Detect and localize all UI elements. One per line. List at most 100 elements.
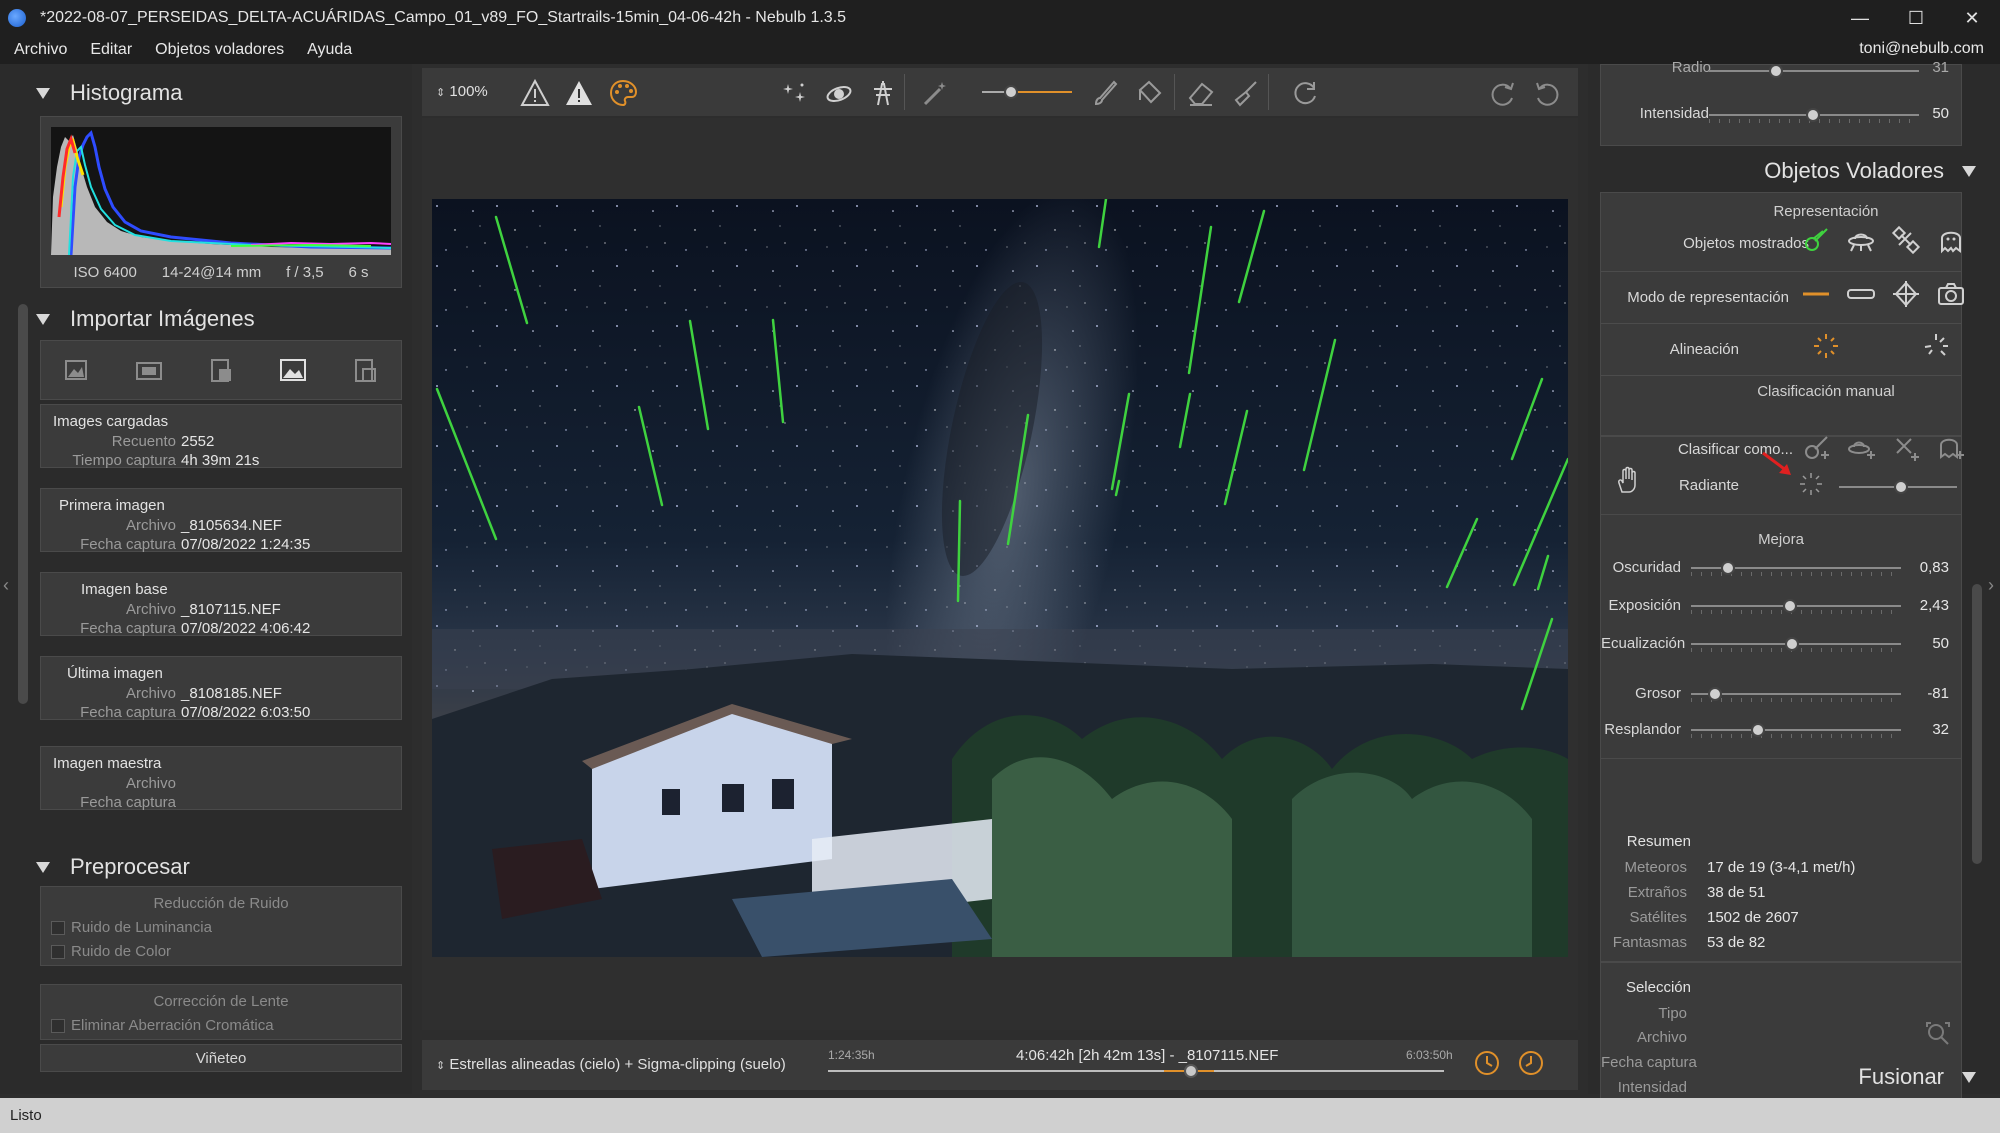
ghost-icon[interactable] [1934, 223, 1968, 257]
radius-slider[interactable] [1709, 64, 1919, 78]
ghosts-label: Fantasmas [1612, 934, 1687, 951]
zoom-control[interactable]: ⇕ 100% [436, 83, 488, 100]
count-value: 2552 [181, 433, 215, 450]
master-image-icon[interactable] [277, 354, 309, 386]
classify-meteor-icon[interactable] [1799, 431, 1833, 465]
classify-ghost-icon[interactable] [1934, 431, 1968, 465]
collapse-triangle-icon[interactable] [1962, 1071, 1976, 1083]
eraser-icon[interactable] [1184, 76, 1218, 110]
classify-ufo-icon[interactable] [1844, 431, 1878, 465]
main-toolbar: ⇕ 100% [422, 68, 1578, 116]
warning-filled-icon[interactable] [562, 76, 596, 110]
clock-forward-icon[interactable] [1470, 1046, 1504, 1080]
line-mode-icon[interactable] [1799, 277, 1833, 311]
tool-size-slider[interactable] [982, 85, 1072, 99]
classify-satellite-icon[interactable] [1889, 431, 1923, 465]
import-folder-icon[interactable] [133, 354, 165, 386]
menu-ayuda[interactable]: Ayuda [293, 41, 361, 59]
equalization-slider[interactable] [1691, 637, 1901, 652]
equalization-label: Ecualización [1601, 635, 1686, 652]
left-scrollbar[interactable] [18, 304, 28, 704]
minimize-button[interactable]: — [1832, 0, 1888, 36]
menu-editar[interactable]: Editar [76, 41, 141, 59]
radiant-icon[interactable] [1794, 467, 1828, 501]
sky-align-icon[interactable] [822, 76, 856, 110]
palette-icon[interactable] [606, 76, 640, 110]
meteor-icon[interactable] [1799, 223, 1833, 257]
app-logo-icon [8, 9, 26, 27]
menu-objetos-voladores[interactable]: Objetos voladores [141, 41, 293, 59]
import-header[interactable]: Importar Imágenes [36, 306, 255, 332]
merge-title: Fusionar [1858, 1064, 1944, 1089]
histogram-header[interactable]: Histograma [36, 80, 182, 106]
glow-slider[interactable] [1691, 723, 1901, 738]
fill-bucket-icon[interactable] [1132, 76, 1166, 110]
collapse-left-arrow-icon[interactable]: ‹ [3, 575, 9, 596]
close-button[interactable]: ✕ [1944, 0, 2000, 36]
capture-time-label: Tiempo captura [72, 452, 176, 469]
first-image-block[interactable]: Primera imagen Archivo _8105634.NEF Fecha… [40, 488, 402, 553]
chromatic-aberration-label: Eliminar Aberración Cromática [71, 1017, 274, 1034]
timeline-thumb[interactable] [1184, 1064, 1198, 1078]
tower-icon[interactable] [866, 76, 900, 110]
date-label: Fecha captura [80, 704, 176, 721]
radiant-slider[interactable] [1839, 480, 1957, 494]
radiant-aligned-icon[interactable] [1809, 329, 1843, 363]
nebulb-window: *2022-08-07_PERSEIDAS_DELTA-ACUÁRIDAS_Ca… [0, 0, 2000, 1133]
luminance-noise-checkbox[interactable] [51, 920, 65, 935]
collapse-triangle-icon[interactable] [36, 313, 50, 325]
base-image-block[interactable]: Imagen base Archivo _8107115.NEF Fecha ca… [40, 572, 402, 637]
histogram-title: Histograma [70, 80, 183, 105]
stars-icon[interactable] [778, 76, 812, 110]
redo-icon[interactable] [1486, 76, 1520, 110]
maximize-button[interactable]: ☐ [1888, 0, 1944, 36]
flying-objects-header[interactable]: Objetos Voladores [1764, 158, 1976, 184]
base-file-value: _8107115.NEF [181, 601, 281, 618]
color-noise-checkbox[interactable] [51, 944, 65, 959]
ufo-icon[interactable] [1844, 223, 1878, 257]
brush-icon[interactable] [1088, 76, 1122, 110]
image-canvas[interactable] [422, 118, 1578, 1030]
preprocess-header[interactable]: Preprocesar [36, 854, 190, 880]
broom-icon[interactable] [1228, 76, 1262, 110]
clock-back-icon[interactable] [1514, 1046, 1548, 1080]
import-images-icon[interactable] [61, 354, 93, 386]
refresh-icon[interactable] [1288, 76, 1322, 110]
darkness-value: 0,83 [1919, 559, 1949, 576]
chromatic-aberration-checkbox[interactable] [51, 1018, 65, 1033]
user-account[interactable]: toni@nebulb.com [1859, 40, 1984, 58]
rect-mode-icon[interactable] [1844, 277, 1878, 311]
satellite-icon[interactable] [1889, 223, 1923, 257]
meteors-value: 17 de 19 (3-4,1 met/h) [1707, 859, 1856, 876]
radiant-free-icon[interactable] [1919, 329, 1953, 363]
crosshair-mode-icon[interactable] [1889, 277, 1923, 311]
collapse-right-arrow-icon[interactable]: › [1988, 575, 1994, 596]
master-image-block[interactable]: Imagen maestra Archivo Fecha captura [40, 746, 402, 811]
undo-icon[interactable] [1530, 76, 1564, 110]
import-dark-frames-icon[interactable] [349, 354, 381, 386]
collapse-triangle-icon[interactable] [36, 87, 50, 99]
darkness-label: Oscuridad [1612, 559, 1681, 576]
exposure-slider[interactable] [1691, 599, 1901, 614]
import-clipboard-icon[interactable] [205, 354, 237, 386]
darkness-slider[interactable] [1691, 561, 1901, 576]
stacking-mode-selector[interactable]: ⇕ Estrellas alineadas (cielo) + Sigma-cl… [436, 1056, 786, 1073]
vignette-block[interactable]: Viñeteo [40, 1044, 402, 1072]
right-scrollbar[interactable] [1972, 584, 1982, 864]
merge-header[interactable]: Fusionar [1858, 1064, 1976, 1090]
zoom-updown-icon[interactable]: ⇕ [436, 87, 445, 99]
updown-arrows-icon: ⇕ [436, 1060, 446, 1072]
timeline-track[interactable] [828, 1070, 1444, 1072]
warning-outline-icon[interactable] [518, 76, 552, 110]
magic-wand-icon[interactable] [918, 76, 952, 110]
collapse-triangle-icon[interactable] [36, 861, 50, 873]
intensity-slider[interactable] [1709, 108, 1919, 123]
startrails-photo[interactable] [432, 199, 1568, 957]
thickness-slider[interactable] [1691, 687, 1901, 702]
camera-icon[interactable] [1934, 277, 1968, 311]
zoom-to-selection-icon[interactable] [1921, 1017, 1955, 1051]
collapse-triangle-icon[interactable] [1962, 165, 1976, 177]
menu-archivo[interactable]: Archivo [0, 41, 76, 59]
luminance-noise-label: Ruido de Luminancia [71, 919, 212, 936]
last-image-block[interactable]: Última imagen Archivo _8108185.NEF Fecha … [40, 656, 402, 721]
